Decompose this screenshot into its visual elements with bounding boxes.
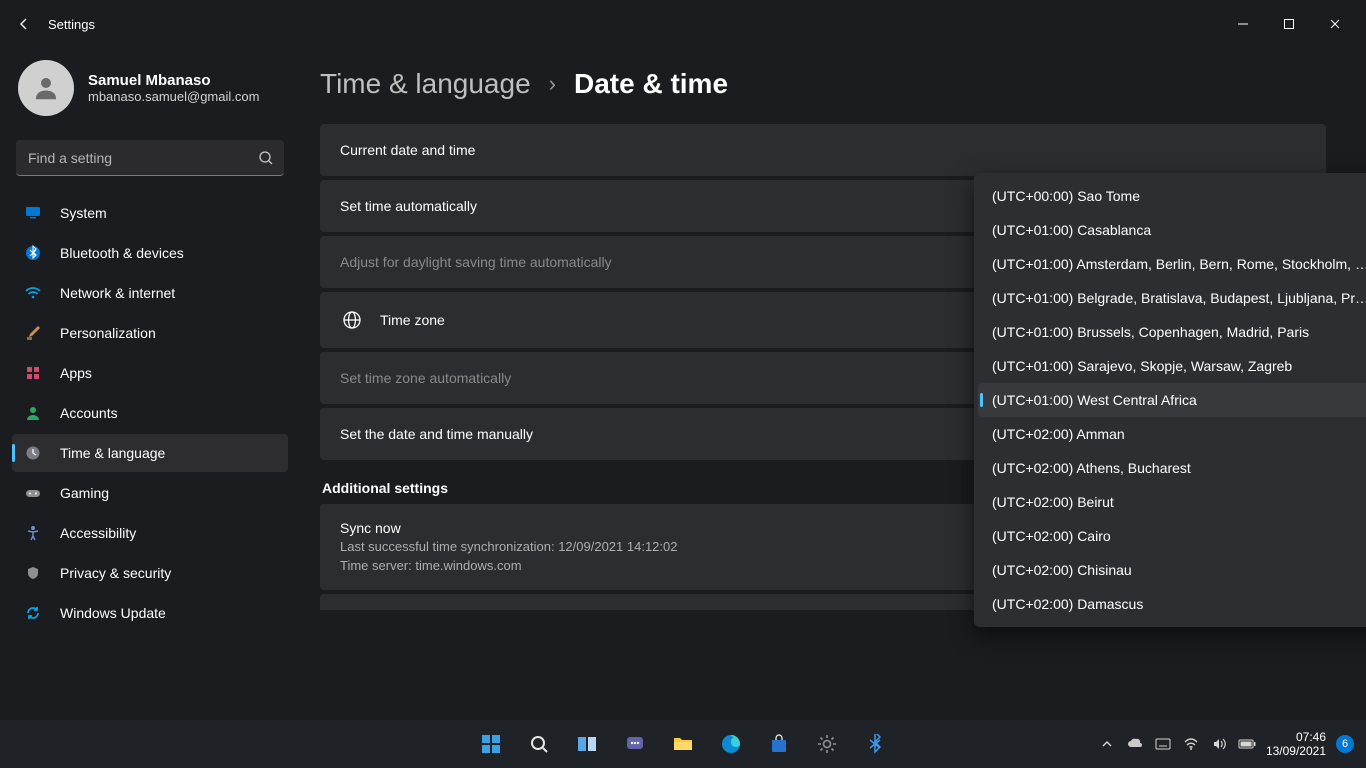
tray-battery-icon[interactable] (1238, 735, 1256, 753)
clock-time: 07:46 (1266, 730, 1326, 744)
sidebar-item-label: Bluetooth & devices (60, 245, 184, 261)
avatar (18, 60, 74, 116)
content: Time & language › Date & time Current da… (300, 48, 1366, 720)
sidebar-item-label: Personalization (60, 325, 156, 341)
taskbar-center (471, 724, 895, 764)
search-button[interactable] (519, 724, 559, 764)
timezone-option[interactable]: (UTC+01:00) West Central Africa (978, 383, 1366, 417)
apps-icon (24, 364, 42, 382)
sidebar-item-system[interactable]: System (12, 194, 288, 232)
chat-button[interactable] (615, 724, 655, 764)
sidebar-item-label: Time & language (60, 445, 165, 461)
sidebar-item-personalization[interactable]: Personalization (12, 314, 288, 352)
breadcrumb: Time & language › Date & time (320, 68, 1326, 100)
sidebar-item-bluetooth-devices[interactable]: Bluetooth & devices (12, 234, 288, 272)
window-title: Settings (48, 17, 95, 32)
wifi-icon (24, 284, 42, 302)
settings-button[interactable] (807, 724, 847, 764)
sidebar-item-privacy-security[interactable]: Privacy & security (12, 554, 288, 592)
timezone-option[interactable]: (UTC+02:00) Beirut (978, 485, 1366, 519)
profile-name: Samuel Mbanaso (88, 72, 259, 89)
sidebar-item-label: Accessibility (60, 525, 136, 541)
tray-volume-icon[interactable] (1210, 735, 1228, 753)
profile[interactable]: Samuel Mbanaso mbanaso.samuel@gmail.com (12, 56, 288, 134)
taskbar-clock[interactable]: 07:46 13/09/2021 (1266, 730, 1326, 759)
sidebar-item-label: Network & internet (60, 285, 175, 301)
accessibility-icon (24, 524, 42, 542)
taskbar-right: 07:46 13/09/2021 6 (1098, 730, 1366, 759)
monitor-icon (24, 204, 42, 222)
start-button[interactable] (471, 724, 511, 764)
tray-wifi-icon[interactable] (1182, 735, 1200, 753)
gamepad-icon (24, 484, 42, 502)
sidebar-item-windows-update[interactable]: Windows Update (12, 594, 288, 632)
breadcrumb-current: Date & time (574, 68, 728, 100)
search-input[interactable] (16, 140, 284, 176)
update-icon (24, 604, 42, 622)
search-container (16, 140, 284, 176)
tray-onedrive-icon[interactable] (1126, 735, 1144, 753)
timezone-option[interactable]: (UTC+01:00) Sarajevo, Skopje, Warsaw, Za… (978, 349, 1366, 383)
sidebar-item-label: Gaming (60, 485, 109, 501)
timezone-option[interactable]: (UTC+02:00) Damascus (978, 587, 1366, 621)
sidebar-item-network-internet[interactable]: Network & internet (12, 274, 288, 312)
tray-chevron-icon[interactable] (1098, 735, 1116, 753)
sidebar-item-accessibility[interactable]: Accessibility (12, 514, 288, 552)
bluetooth-icon (24, 244, 42, 262)
tray-keyboard-icon[interactable] (1154, 735, 1172, 753)
maximize-button[interactable] (1266, 8, 1312, 40)
sidebar-item-label: Windows Update (60, 605, 166, 621)
sidebar-item-gaming[interactable]: Gaming (12, 474, 288, 512)
timezone-option[interactable]: (UTC+02:00) Athens, Bucharest (978, 451, 1366, 485)
timezone-option[interactable]: (UTC+00:00) Sao Tome (978, 179, 1366, 213)
store-button[interactable] (759, 724, 799, 764)
shield-icon (24, 564, 42, 582)
sidebar-item-time-language[interactable]: Time & language (12, 434, 288, 472)
breadcrumb-parent[interactable]: Time & language (320, 68, 531, 100)
timezone-option[interactable]: (UTC+01:00) Brussels, Copenhagen, Madrid… (978, 315, 1366, 349)
notification-badge[interactable]: 6 (1336, 735, 1354, 753)
profile-email: mbanaso.samuel@gmail.com (88, 89, 259, 104)
search-icon (258, 150, 274, 166)
sidebar-item-label: Privacy & security (60, 565, 171, 581)
explorer-button[interactable] (663, 724, 703, 764)
sidebar-item-apps[interactable]: Apps (12, 354, 288, 392)
timezone-dropdown[interactable]: (UTC+00:00) Sao Tome(UTC+01:00) Casablan… (974, 173, 1366, 627)
minimize-button[interactable] (1220, 8, 1266, 40)
sidebar-item-label: Apps (60, 365, 92, 381)
sidebar: Samuel Mbanaso mbanaso.samuel@gmail.com … (0, 48, 300, 720)
taskview-button[interactable] (567, 724, 607, 764)
titlebar: Settings (0, 0, 1366, 48)
timezone-option[interactable]: (UTC+02:00) Cairo (978, 519, 1366, 553)
card-current-datetime: Current date and time (320, 124, 1326, 176)
tray-icons (1098, 735, 1256, 753)
brush-icon (24, 324, 42, 342)
nav: System Bluetooth & devices Network & inter… (12, 194, 288, 632)
close-button[interactable] (1312, 8, 1358, 40)
person-icon (24, 404, 42, 422)
taskbar: 07:46 13/09/2021 6 (0, 720, 1366, 768)
timezone-option[interactable]: (UTC+02:00) Amman (978, 417, 1366, 451)
globe-icon (340, 310, 364, 330)
timezone-option[interactable]: (UTC+01:00) Casablanca (978, 213, 1366, 247)
chevron-right-icon: › (549, 71, 556, 97)
sidebar-item-label: Accounts (60, 405, 118, 421)
window-controls (1220, 8, 1358, 40)
timezone-option[interactable]: (UTC+02:00) Chisinau (978, 553, 1366, 587)
card-label: Current date and time (340, 142, 1306, 158)
sidebar-item-accounts[interactable]: Accounts (12, 394, 288, 432)
clock-icon (24, 444, 42, 462)
sidebar-item-label: System (60, 205, 107, 221)
bluetooth-button[interactable] (855, 724, 895, 764)
timezone-option[interactable]: (UTC+01:00) Belgrade, Bratislava, Budape… (978, 281, 1366, 315)
timezone-option[interactable]: (UTC+01:00) Amsterdam, Berlin, Bern, Rom… (978, 247, 1366, 281)
edge-button[interactable] (711, 724, 751, 764)
back-button[interactable] (8, 8, 40, 40)
clock-date: 13/09/2021 (1266, 744, 1326, 758)
